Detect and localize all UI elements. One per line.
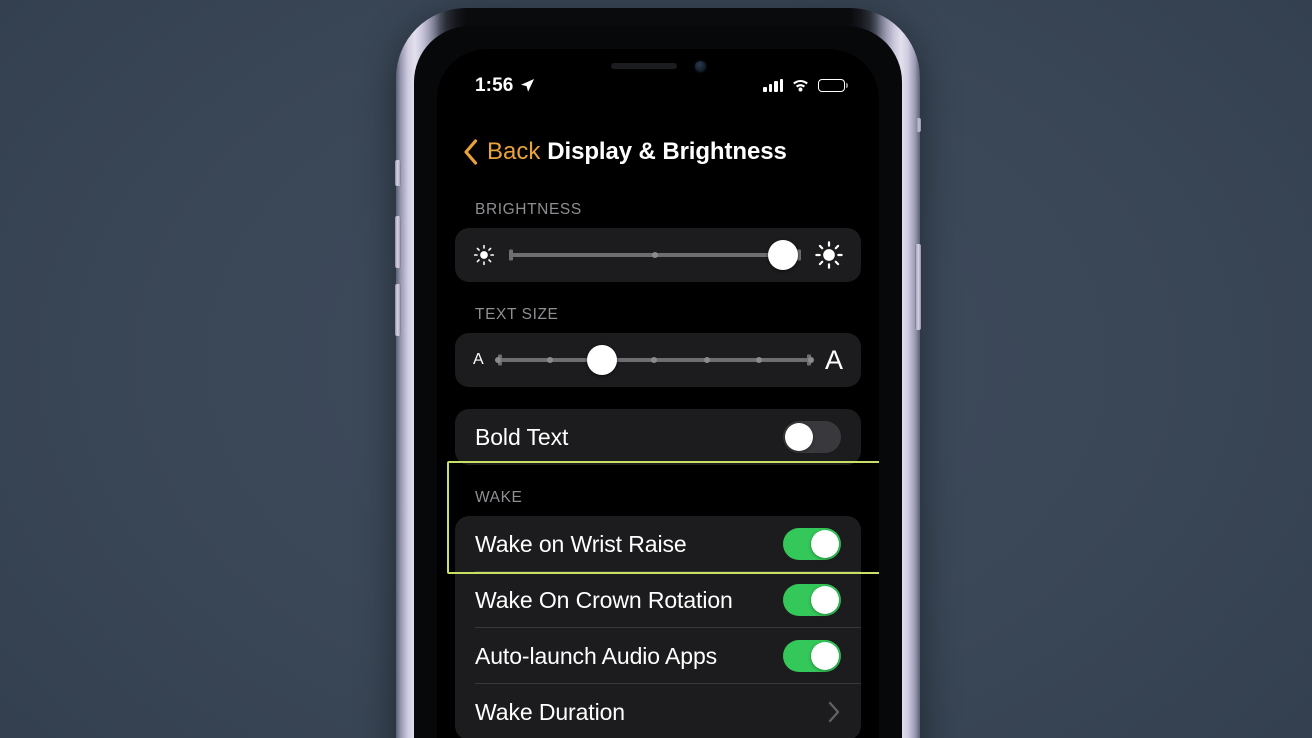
- volume-down-button[interactable]: [395, 284, 401, 336]
- bold-text-row[interactable]: Bold Text: [455, 409, 861, 465]
- battery-icon: [818, 78, 848, 92]
- wake-on-crown-rotation-toggle[interactable]: [783, 584, 841, 616]
- bold-text-card: Bold Text: [455, 409, 861, 465]
- text-size-card: A A: [455, 333, 861, 387]
- text-size-section-header: TEXT SIZE: [475, 306, 559, 323]
- text-size-tick-6: [807, 357, 814, 363]
- volume-up-button[interactable]: [395, 216, 401, 268]
- text-size-large-a-label: A: [824, 344, 843, 375]
- text-size-tick-1: [546, 357, 553, 363]
- bold-text-toggle-knob: [785, 423, 813, 451]
- wake-duration-row[interactable]: Wake Duration: [455, 684, 861, 738]
- wake-card: Wake on Wrist Raise Wake On Crown Rotati…: [455, 516, 861, 738]
- cellular-signal-icon: [763, 78, 783, 92]
- wake-on-wrist-raise-toggle[interactable]: [783, 528, 841, 560]
- text-size-tick-4: [703, 357, 710, 363]
- brightness-slider-mid-tick: [652, 252, 658, 258]
- auto-launch-audio-apps-toggle[interactable]: [783, 640, 841, 672]
- wake-on-crown-rotation-toggle-knob: [811, 586, 839, 614]
- wifi-icon: [793, 79, 808, 92]
- text-size-tick-5: [755, 357, 762, 363]
- sun-small-icon: [473, 244, 495, 266]
- wake-on-crown-rotation-row[interactable]: Wake On Crown Rotation: [455, 572, 861, 628]
- wake-duration-label: Wake Duration: [475, 698, 625, 725]
- status-bar-right: [763, 78, 848, 92]
- auto-launch-audio-apps-row[interactable]: Auto-launch Audio Apps: [455, 628, 861, 684]
- power-button[interactable]: [915, 244, 921, 330]
- phone-screen: 1:56 Back Display & Brightness BRIGHTNES…: [437, 49, 879, 738]
- settings-list: BRIGHTNESS TEXT SIZE A A Bold Text WAKE …: [437, 177, 879, 738]
- location-arrow-icon: [521, 78, 535, 92]
- wake-on-wrist-raise-toggle-knob: [811, 530, 839, 558]
- phone-bezel: 1:56 Back Display & Brightness BRIGHTNES…: [414, 26, 902, 738]
- navigation-bar: Back Display & Brightness: [437, 127, 879, 177]
- brightness-card: [455, 228, 861, 282]
- brightness-slider[interactable]: [509, 238, 801, 272]
- status-bar: 1:56: [437, 67, 879, 103]
- brightness-slider-thumb[interactable]: [768, 240, 799, 270]
- brightness-slider-cap-left: [509, 249, 513, 261]
- bold-text-label: Bold Text: [475, 423, 569, 450]
- wake-on-wrist-raise-row[interactable]: Wake on Wrist Raise: [455, 516, 861, 572]
- text-size-slider-thumb[interactable]: [587, 345, 618, 375]
- brightness-section-header: BRIGHTNESS: [475, 201, 582, 218]
- wake-section-header: WAKE: [475, 489, 523, 506]
- text-size-slider[interactable]: [494, 343, 814, 377]
- iphone-device: 1:56 Back Display & Brightness BRIGHTNES…: [395, 8, 921, 738]
- text-size-small-a-label: A: [473, 351, 484, 368]
- page-title: Display & Brightness: [547, 138, 787, 165]
- chevron-right-icon: [828, 701, 840, 723]
- sim-tray: [916, 118, 921, 132]
- wake-on-crown-rotation-label: Wake On Crown Rotation: [475, 586, 733, 613]
- text-size-tick-3: [651, 357, 658, 363]
- mute-switch[interactable]: [395, 160, 401, 186]
- auto-launch-audio-apps-label: Auto-launch Audio Apps: [475, 642, 718, 669]
- bold-text-toggle[interactable]: [783, 421, 841, 453]
- wake-on-wrist-raise-label: Wake on Wrist Raise: [475, 530, 687, 557]
- sun-large-icon: [815, 241, 843, 269]
- status-time: 1:56: [475, 74, 514, 96]
- text-size-tick-0: [494, 357, 501, 363]
- status-bar-left: 1:56: [475, 76, 535, 95]
- auto-launch-audio-apps-toggle-knob: [811, 642, 839, 670]
